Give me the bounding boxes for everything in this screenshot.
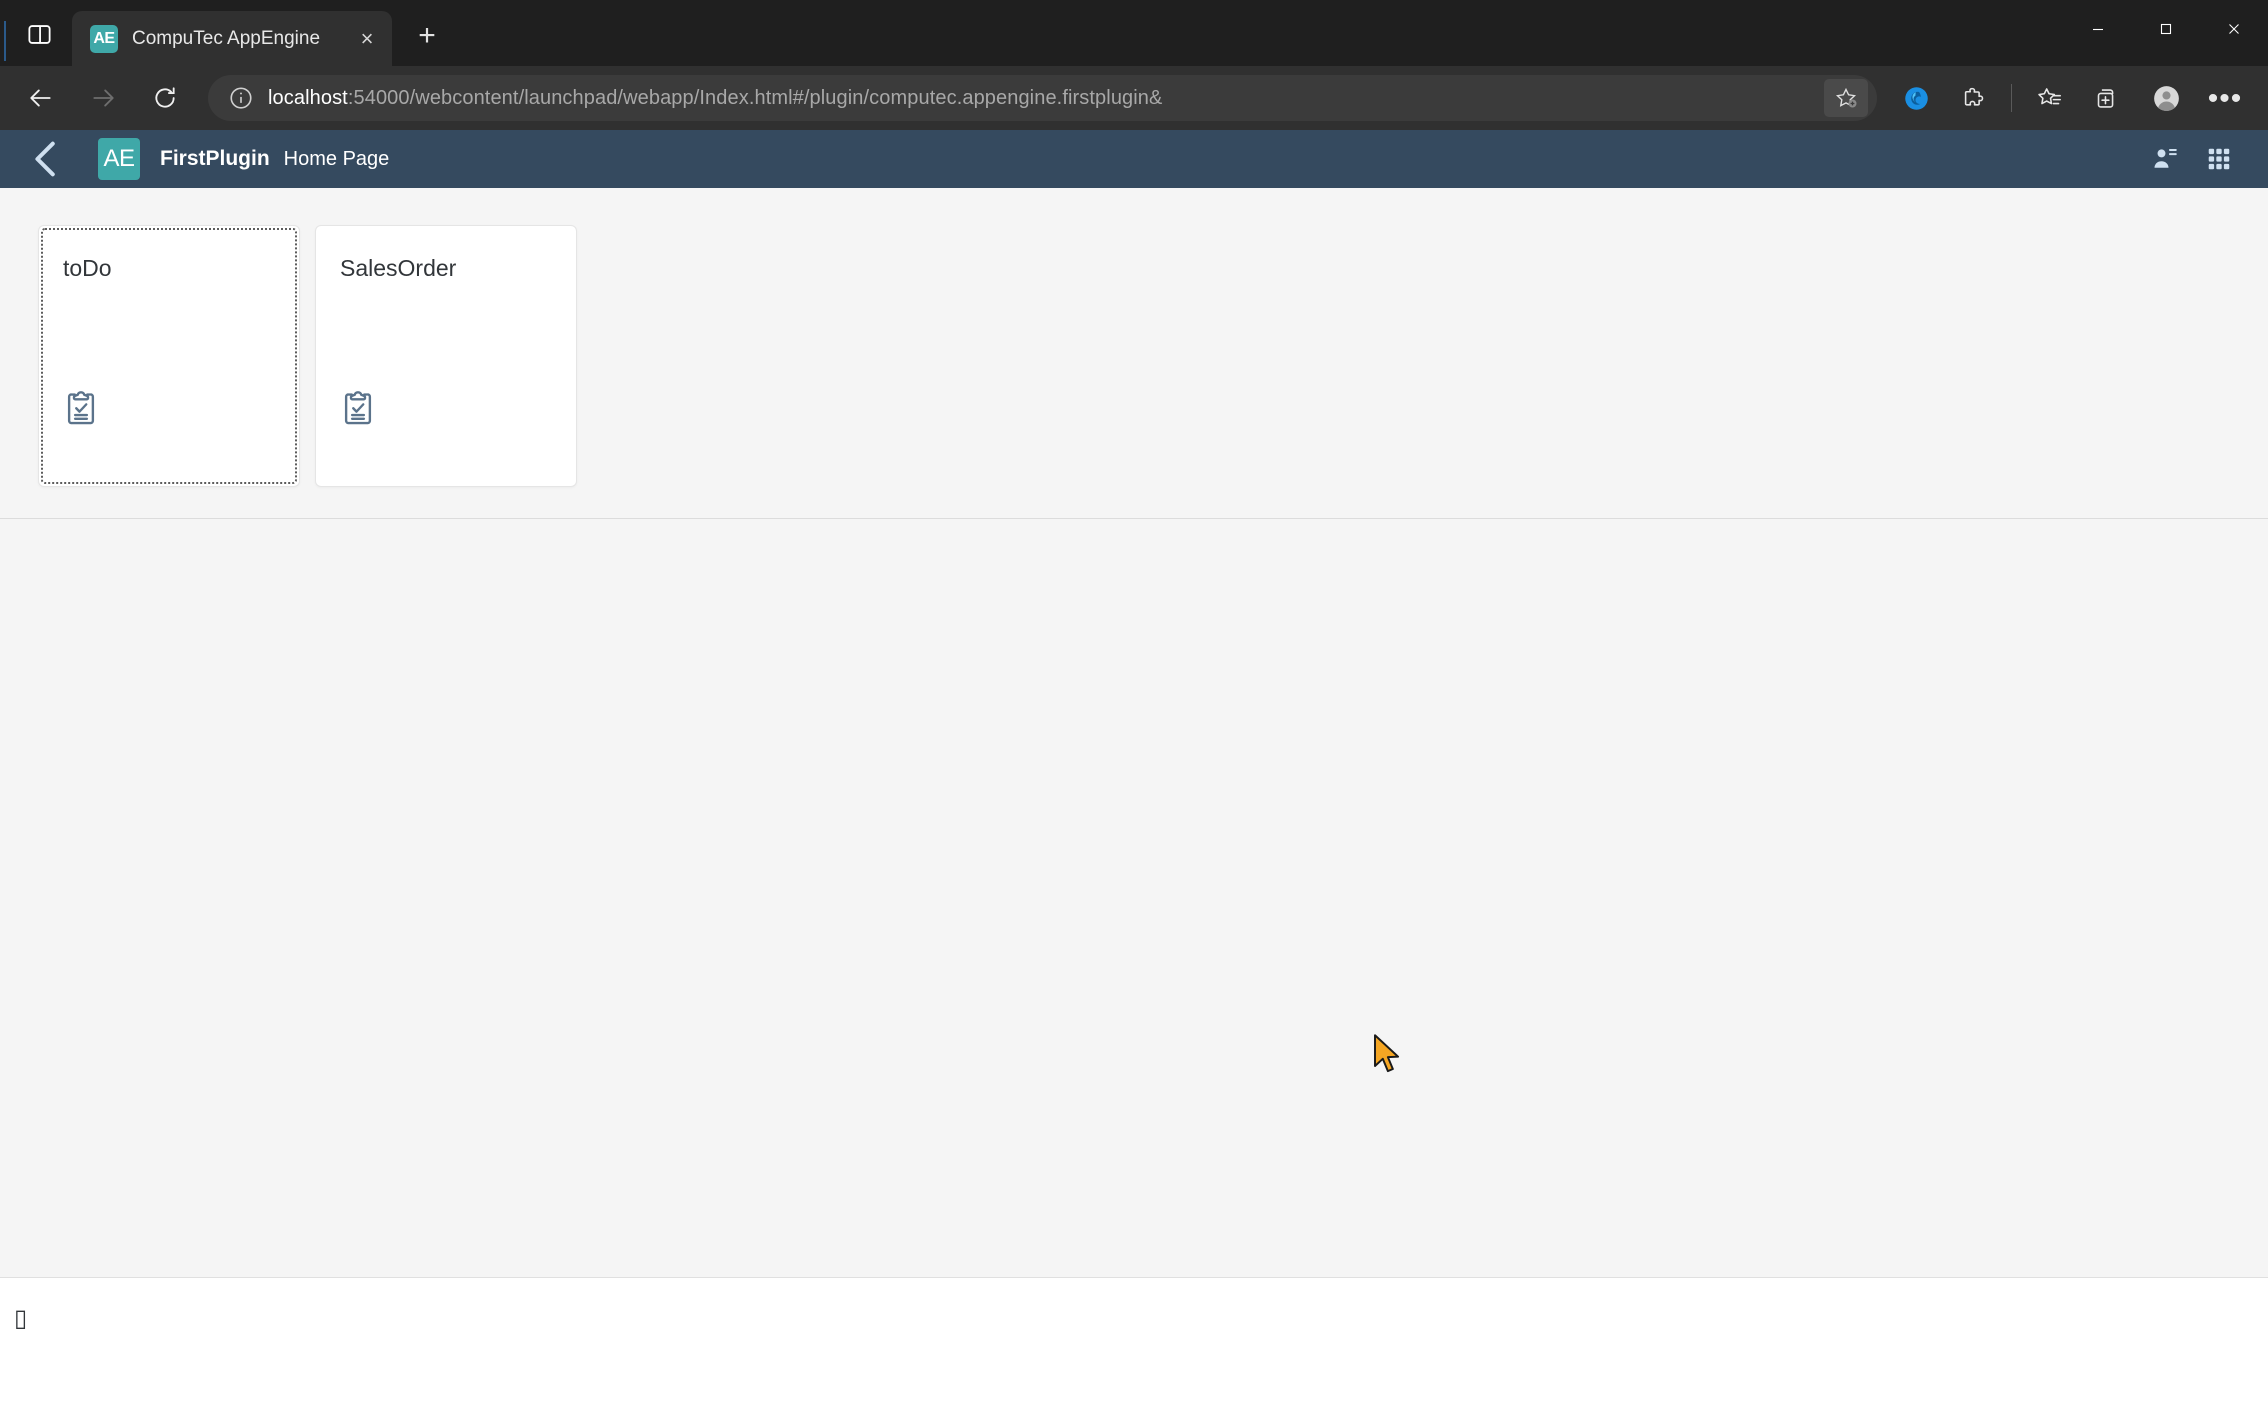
browser-window: AE CompuTec AppEngine × + localhost:5400… xyxy=(0,0,2268,1417)
window-controls xyxy=(2064,0,2268,58)
address-bar[interactable]: localhost:54000/webcontent/launchpad/web… xyxy=(208,75,1877,121)
tabstrip-left-edge xyxy=(0,21,6,61)
close-window-button[interactable] xyxy=(2200,0,2268,58)
site-information-icon[interactable] xyxy=(228,85,254,111)
user-settings-icon[interactable] xyxy=(2138,132,2192,186)
settings-menu-icon[interactable]: ••• xyxy=(2200,73,2250,123)
tile-title: toDo xyxy=(63,255,112,281)
tab-actions-icon[interactable] xyxy=(12,7,66,61)
tab-title: CompuTec AppEngine xyxy=(132,27,321,49)
tab-favicon: AE xyxy=(90,24,118,53)
browser-essentials-icon[interactable] xyxy=(1891,73,1941,123)
minimize-button[interactable] xyxy=(2064,0,2132,58)
maximize-button[interactable] xyxy=(2132,0,2200,58)
clipboard-check-icon xyxy=(338,388,378,428)
tile-salesorder[interactable]: SalesOrder xyxy=(315,225,577,487)
reload-icon[interactable] xyxy=(141,74,189,122)
settings-dots: ••• xyxy=(2207,81,2243,115)
favorites-icon[interactable] xyxy=(2024,73,2074,123)
back-icon[interactable] xyxy=(17,74,65,122)
collections-icon[interactable] xyxy=(2082,73,2132,123)
tile-todo[interactable]: toDo xyxy=(38,225,300,487)
browser-tab[interactable]: AE CompuTec AppEngine × xyxy=(72,11,392,66)
tile-title: SalesOrder xyxy=(340,255,457,281)
content-divider xyxy=(0,518,2268,519)
url-path: :54000/webcontent/launchpad/webapp/Index… xyxy=(347,86,1163,109)
launchpad-body: toDo SalesOrder xyxy=(0,188,2268,1277)
page-footer: ▯ xyxy=(0,1277,2268,1357)
url-text: localhost:54000/webcontent/launchpad/web… xyxy=(268,87,1810,110)
forward-icon[interactable] xyxy=(79,74,127,122)
footer-glyph: ▯ xyxy=(14,1303,28,1332)
url-host: localhost xyxy=(268,86,348,109)
extensions-icon[interactable] xyxy=(1949,73,1999,123)
clipboard-check-icon xyxy=(61,388,101,428)
profile-avatar[interactable] xyxy=(2140,73,2192,123)
add-favorite-icon[interactable] xyxy=(1824,79,1868,117)
new-tab-button[interactable]: + xyxy=(404,13,450,59)
app-launcher-grid-icon[interactable] xyxy=(2192,132,2246,186)
tab-close-icon[interactable]: × xyxy=(350,22,384,56)
tab-strip: AE CompuTec AppEngine × + xyxy=(0,0,2268,66)
toolbar-divider xyxy=(2011,84,2012,112)
browser-toolbar: localhost:54000/webcontent/launchpad/web… xyxy=(0,66,2268,130)
page-viewport: AE FirstPlugin Home Page toDo SalesOrder… xyxy=(0,130,2268,1417)
tile-grid: toDo SalesOrder xyxy=(0,130,577,487)
